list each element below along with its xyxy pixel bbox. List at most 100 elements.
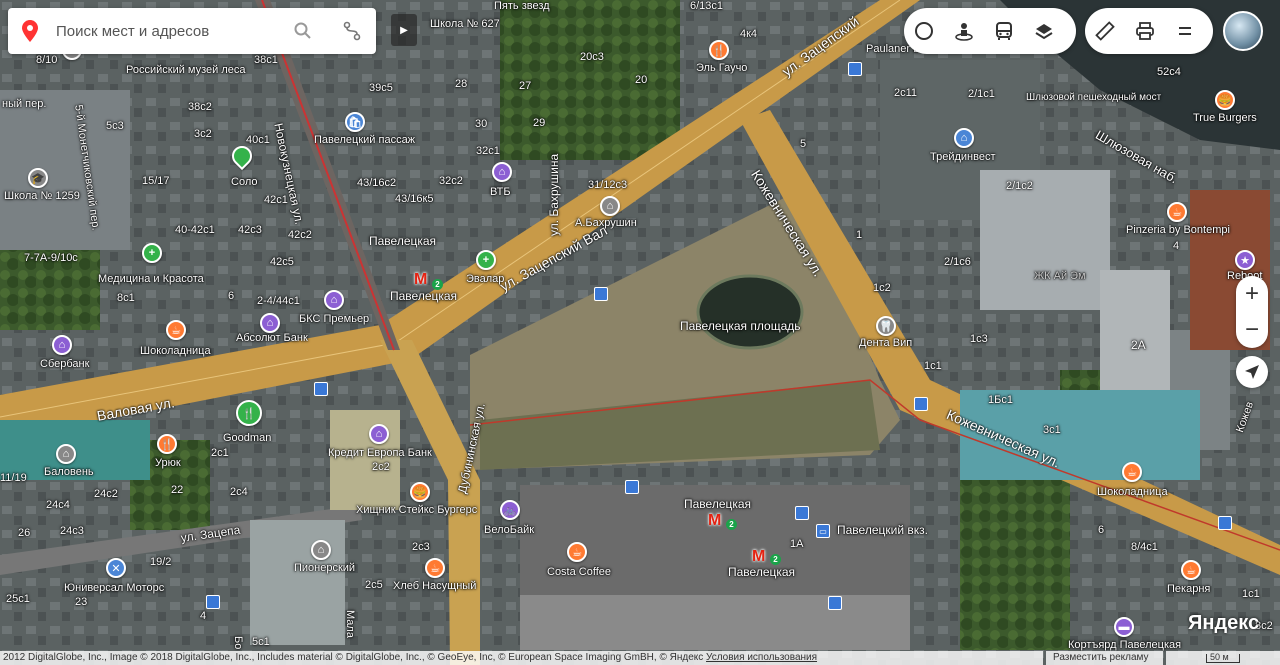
bus-stop-icon[interactable]	[206, 595, 220, 609]
house-number: 2с11	[894, 87, 918, 99]
bus-stop-icon[interactable]	[914, 397, 928, 411]
bus-stop-icon[interactable]	[795, 506, 809, 520]
zoom-in-button[interactable]: +	[1236, 276, 1268, 312]
house-number: 23	[75, 596, 88, 608]
bank-icon[interactable]: ⌂	[324, 290, 344, 310]
layers-toolbar	[904, 8, 1076, 54]
poi-label: Costa Coffee	[547, 566, 612, 578]
house-number: 8с1	[117, 292, 135, 304]
museum-icon[interactable]: ⌂	[600, 196, 620, 216]
restaurant-icon[interactable]: 🍴	[236, 400, 262, 426]
house-number: 52с4	[1157, 66, 1181, 78]
house-number: 43/16к5	[395, 193, 434, 205]
zoom-out-button[interactable]: −	[1236, 312, 1268, 348]
restaurant-icon[interactable]: 🍴	[157, 434, 177, 454]
route-icon[interactable]	[342, 21, 362, 41]
restaurant-icon[interactable]: 🍔	[1215, 90, 1235, 110]
house-number: 32с1	[476, 145, 500, 157]
shopping-icon[interactable]: ⌂	[311, 540, 331, 560]
cafe-icon[interactable]: ☕	[567, 542, 587, 562]
house-number: 39с5	[369, 82, 393, 94]
bike-icon[interactable]: 🚲	[500, 500, 520, 520]
street-label: ул. Бахрушина	[547, 153, 561, 236]
street-label: Бо	[232, 636, 244, 650]
house-number: 27	[519, 80, 532, 92]
metro-icon[interactable]: M	[414, 271, 427, 289]
poi-label: Шоколадница	[140, 345, 211, 357]
metro-icon[interactable]: M	[752, 548, 765, 566]
school-icon[interactable]: 🎓	[28, 168, 48, 188]
house-number: 15/17	[142, 175, 170, 187]
menu-button[interactable]	[1165, 8, 1205, 54]
transit-button[interactable]	[984, 8, 1024, 54]
metro-label: Павелецкая	[728, 565, 796, 579]
bank-icon[interactable]: ⌂	[52, 335, 72, 355]
advertise-link[interactable]: Разместить рекламу	[1046, 651, 1163, 665]
poi-label: Пять звезд	[494, 0, 550, 12]
poi-label: Медицина и Красота	[98, 273, 204, 285]
train-icon[interactable]: ▭	[816, 524, 830, 538]
cafe-icon[interactable]: ☕	[1122, 462, 1142, 482]
user-avatar[interactable]	[1223, 11, 1263, 51]
car-service-icon[interactable]: ✕	[106, 558, 126, 578]
house-number: 3с1	[1043, 424, 1061, 436]
bank-icon[interactable]: ⌂	[492, 162, 512, 182]
shopping-icon[interactable]: 🛍	[345, 112, 365, 132]
bus-stop-icon[interactable]	[625, 480, 639, 494]
poi-label: Хлеб Насущный	[393, 580, 477, 592]
restaurant-icon[interactable]: 🍔	[410, 482, 430, 502]
house-number: 28	[455, 78, 468, 90]
layers-button[interactable]	[1024, 8, 1064, 54]
terms-link[interactable]: Условия использования	[706, 652, 817, 663]
bus-stop-icon[interactable]	[594, 287, 608, 301]
geolocation-button[interactable]	[1236, 356, 1268, 388]
print-button[interactable]	[1125, 8, 1165, 54]
bus-stop-icon[interactable]	[848, 62, 862, 76]
bank-icon[interactable]: ⌂	[369, 424, 389, 444]
ruler-button[interactable]	[1085, 8, 1125, 54]
pharmacy-icon[interactable]: +	[476, 250, 496, 270]
copyright-bar: 2012 DigitalGlobe, Inc., Image © 2018 Di…	[0, 651, 1043, 665]
house-number: 24с2	[94, 488, 118, 500]
bakery-icon[interactable]: ☕	[1181, 560, 1201, 580]
house-number: 8/4с1	[1131, 541, 1158, 553]
medical-icon[interactable]: +	[142, 243, 162, 263]
house-number: 42с5	[270, 256, 294, 268]
layers-icon	[1035, 24, 1053, 40]
poi-label: Goodman	[223, 432, 272, 444]
expand-panel-button[interactable]: ▶	[391, 14, 417, 46]
traffic-button[interactable]	[904, 8, 944, 54]
house-number: 2/1с2	[1006, 180, 1033, 192]
metro-label: Павелецкая	[684, 497, 752, 511]
bus-stop-icon[interactable]	[1218, 516, 1232, 530]
search-box[interactable]: Поиск мест и адресов	[8, 8, 376, 54]
metro-icon[interactable]: M	[708, 512, 721, 530]
shopping-icon[interactable]: ★	[1235, 250, 1255, 270]
search-input[interactable]: Поиск мест и адресов	[56, 23, 209, 40]
poi-label: Pinzeria by Bontempi	[1126, 224, 1230, 236]
restaurant-icon[interactable]: 🍴	[709, 40, 729, 60]
print-icon	[1136, 22, 1154, 40]
business-icon[interactable]: ⌂	[954, 128, 974, 148]
panorama-button[interactable]	[944, 8, 984, 54]
poi-label: Эль Гаучо	[696, 62, 748, 74]
house-number: 2с3	[412, 541, 430, 553]
house-number: 19/2	[150, 556, 172, 568]
bus-stop-icon[interactable]	[828, 596, 842, 610]
hotel-icon[interactable]: ▬	[1114, 617, 1134, 637]
poi-label: Соло	[231, 176, 258, 188]
house-number: 1с1	[924, 360, 942, 372]
shopping-icon[interactable]: ⌂	[56, 444, 76, 464]
bus-stop-icon[interactable]	[314, 382, 328, 396]
restaurant-icon[interactable]: ☕	[1167, 202, 1187, 222]
street-label: Мала	[344, 610, 356, 638]
bank-icon[interactable]: ⌂	[260, 313, 280, 333]
bakery-icon[interactable]: ☕	[425, 558, 445, 578]
house-number: 4	[200, 610, 207, 622]
cafe-icon[interactable]: ☕	[166, 320, 186, 340]
dentist-icon[interactable]: 🦷	[876, 316, 896, 336]
poi-label: Абсолют Банк	[236, 332, 308, 344]
map-canvas[interactable]: ул. Зацепский Вал ул. Зацепский Валовая …	[0, 0, 1280, 665]
house-number: 26	[18, 527, 31, 539]
search-icon[interactable]	[294, 22, 312, 40]
